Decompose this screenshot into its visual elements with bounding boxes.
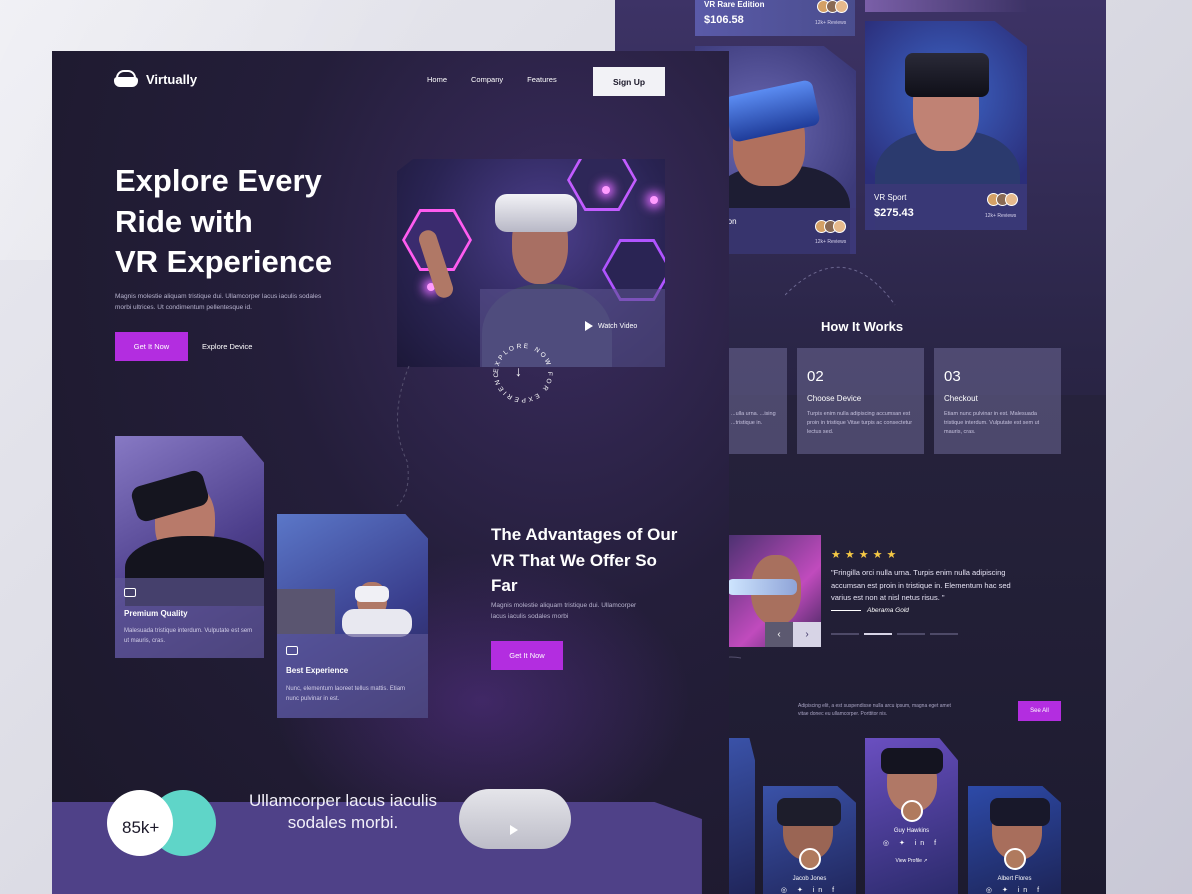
product-card-rare[interactable]: VR Rare Edition $106.58 12k+ Reviews [695,0,855,36]
product-card-sport[interactable]: VR Sport $275.43 12k+ Reviews [865,21,1027,230]
main-nav: Home Company Features [427,75,557,84]
device-video-thumbnail[interactable] [459,789,571,849]
advantages-get-it-now-button[interactable]: Get It Now [491,641,563,670]
advantage-card-premium[interactable]: Premium Quality Malesuada tristique inte… [115,436,264,658]
product-price: $106.58 [704,14,744,26]
team-card-guy[interactable]: Guy Hawkins ◎ ✦ in f View Profile ↗ [865,738,958,894]
product-name: VR Rare Edition [704,0,765,9]
team-member-name: Albert Flores [997,876,1032,882]
arrow-down-icon: ↓ [515,363,522,379]
prev-testimonial-button[interactable]: ‹ [765,622,793,647]
avatar [799,848,821,870]
reviewer-avatars [815,220,846,233]
avatar [901,800,923,822]
avatar [1004,848,1026,870]
product-price: $275.43 [874,207,914,219]
watch-video-button[interactable]: Watch Video [585,321,637,331]
team-member-name: Jacob Jones [792,876,827,882]
team-card-albert[interactable]: Albert Flores ◎ ✦ in f [968,786,1061,894]
step-number: 03 [944,368,961,385]
review-count: 12k+ Reviews [985,213,1017,219]
advantage-title: Best Experience [286,666,349,675]
step-desc: ...ulla urna. ...ising ...tristique in. [731,411,776,426]
signup-button[interactable]: Sign Up [593,67,665,96]
how-it-works-title: How It Works [821,319,904,334]
team-card-jacob[interactable]: Jacob Jones ◎ ✦ in f [763,786,856,894]
stat-number: 85k+ [122,818,160,837]
main-landing-page: Virtually Home Company Features Sign Up … [52,51,729,894]
see-all-button[interactable]: See All [1018,701,1061,721]
team-description: Adipiscing elit, a est suspendisse nulla… [798,703,951,717]
product-caption: VR Sport $275.43 12k+ Reviews [865,184,1027,230]
advantage-card-experience[interactable]: Best Experience Nunc, elementum laoreet … [277,514,428,718]
social-icons[interactable]: ◎ ✦ in f [865,839,958,847]
team-card-partial[interactable] [727,738,755,894]
nav-home[interactable]: Home [427,75,447,84]
advantage-desc: Nunc, elementum laoreet tellus mattis. E… [286,686,406,702]
carousel-dots[interactable] [831,633,958,635]
step-card-1: ...ulla urna. ...ising ...tristique in. [729,348,787,454]
play-icon [585,321,593,331]
hero-title-line: Ride with [115,203,253,239]
watch-video-label: Watch Video [598,322,638,330]
advantages-subtitle: Magnis molestie aliquam tristique dui. U… [491,602,637,620]
vr-headset-icon [124,588,136,597]
step-card-3: 03 Checkout Etiam nunc pulvinar in est. … [934,348,1061,454]
circular-text-icon: EXPLORE NOW FOR EXPERIENCE [486,334,551,403]
advantage-caption: Best Experience Nunc, elementum laoreet … [277,634,428,718]
nav-features[interactable]: Features [527,75,557,84]
view-profile-link[interactable]: View Profile ↗ [865,858,958,864]
social-icons[interactable]: ◎ ✦ in f [763,886,856,894]
brand-logo[interactable]: Virtually [114,70,197,88]
social-icons[interactable]: ◎ ✦ in f [968,886,1061,894]
step-number: 02 [807,368,824,385]
advantage-caption: Premium Quality Malesuada tristique inte… [115,578,264,658]
step-desc: Etiam nunc pulvinar in est. Malesuada tr… [944,411,1040,435]
get-it-now-button[interactable]: Get It Now [115,332,188,361]
product-name: VR Sport [874,193,907,202]
image-icon [286,646,298,655]
advantage-title: Premium Quality [124,609,188,618]
review-count: 12k+ Reviews [815,239,847,245]
vr-headset-icon [114,70,138,88]
testimonial-author: Aberama Gold [867,607,909,614]
hero-title-line: VR Experience [115,244,333,279]
quote-divider [831,610,861,611]
advantages-heading: The Advantages of Our VR That We Offer S… [491,525,678,595]
hero-title: Explore Every Ride with VR Experience [115,161,395,283]
review-count: 12k+ Reviews [815,20,847,26]
step-title: Checkout [944,394,978,403]
step-title: Choose Device [807,394,862,403]
decorative-curve [785,266,896,306]
reviewer-avatars [817,0,848,13]
rating-stars-icon: ★★★★★ [831,549,901,561]
brand-name: Virtually [146,71,198,87]
hero-title-line: Explore Every [115,163,322,198]
play-icon [510,825,518,835]
stats-text: Ullamcorper lacus iaculis sodales morbi. [248,791,437,832]
team-member-name: Guy Hawkins [893,828,930,834]
explore-device-link[interactable]: Explore Device [202,342,252,351]
step-desc: Turpis enim nulla adipiscing accumsan es… [807,411,913,435]
testimonial-quote: "Fringilla orci nulla urna. Turpis enim … [831,568,1011,602]
advantage-desc: Malesuada tristique interdum. Vulputate … [124,628,253,644]
explore-scroll-badge[interactable]: EXPLORE NOW FOR EXPERIENCE ↓ [486,334,557,407]
hero-subtitle: Magnis molestie aliquam tristique dui. U… [115,293,322,311]
next-testimonial-button[interactable]: › [793,622,821,647]
nav-company[interactable]: Company [471,75,503,84]
reviewer-avatars [987,193,1018,206]
product-card-top-right[interactable] [865,0,1027,12]
decorative-dashed-path [396,365,410,507]
step-card-2: 02 Choose Device Turpis enim nulla adipi… [797,348,924,454]
